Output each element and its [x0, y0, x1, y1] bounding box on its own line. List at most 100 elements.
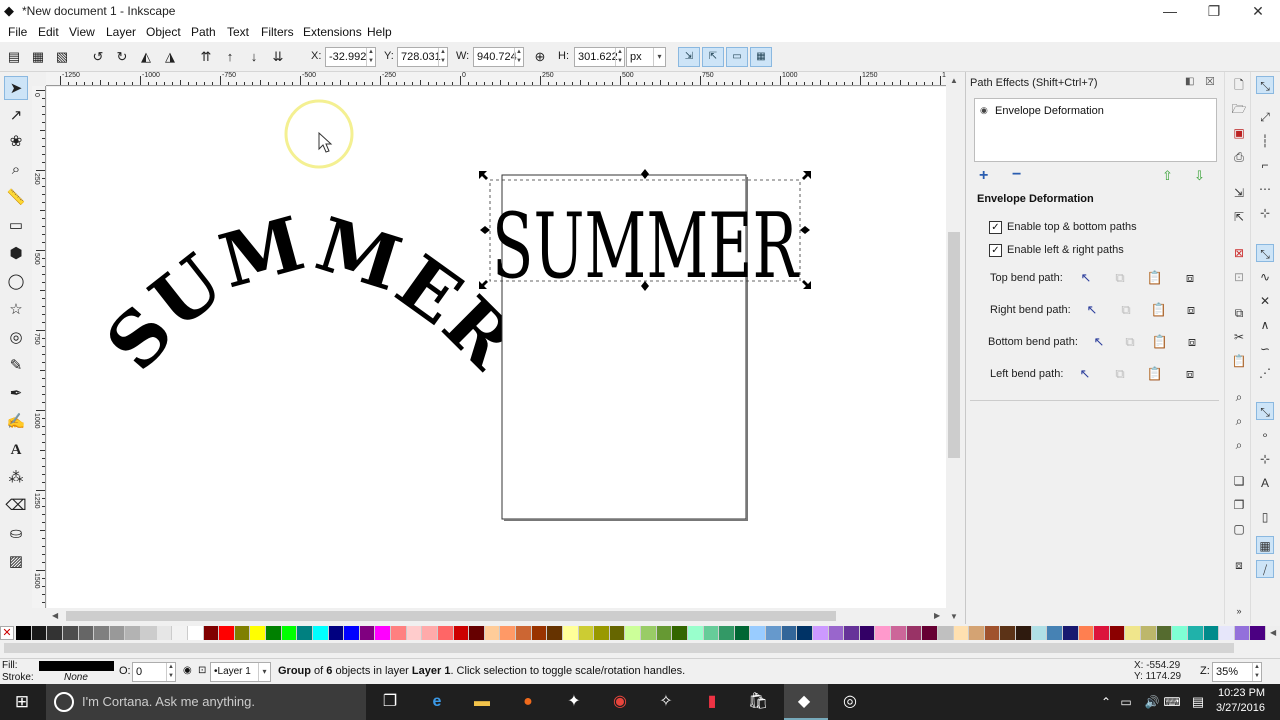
store-icon[interactable]: 🛍: [746, 691, 770, 713]
ellipse-tool-icon[interactable]: ◯: [4, 270, 28, 294]
color-swatch[interactable]: [1187, 626, 1204, 640]
color-swatch[interactable]: [922, 626, 938, 640]
palette-menu-icon[interactable]: ◀: [1270, 628, 1276, 637]
selector-tool-icon[interactable]: ➤: [4, 76, 28, 100]
zoom-selection-icon[interactable]: ⌕: [1230, 388, 1248, 406]
media-app-icon[interactable]: ▮: [700, 691, 724, 713]
color-swatch[interactable]: [937, 626, 954, 640]
color-swatch[interactable]: [859, 626, 876, 640]
color-swatch[interactable]: [953, 626, 970, 640]
unlink-clone-icon[interactable]: ▢: [1230, 520, 1248, 538]
h-field[interactable]: 301.622 ▲ ▼: [574, 47, 625, 67]
color-swatch[interactable]: [828, 626, 845, 640]
snap-intersection-icon[interactable]: ✕: [1256, 292, 1274, 310]
color-swatch[interactable]: [500, 626, 516, 640]
scroll-down-icon[interactable]: ▼: [948, 612, 960, 621]
color-swatch[interactable]: [62, 626, 79, 640]
task-view-icon[interactable]: ❐: [378, 691, 402, 713]
edit-path-icon[interactable]: ↖: [1090, 333, 1108, 351]
color-swatch[interactable]: [234, 626, 251, 640]
snap-others-icon[interactable]: ⤡: [1256, 402, 1274, 420]
scroll-right-icon[interactable]: ▶: [934, 611, 940, 620]
color-swatch[interactable]: [797, 626, 813, 640]
color-swatch[interactable]: [187, 626, 204, 640]
color-swatch[interactable]: [1203, 626, 1220, 640]
snap-rotation-center-icon[interactable]: ⊹: [1256, 450, 1274, 468]
color-swatch[interactable]: [78, 626, 95, 640]
measure-tool-icon[interactable]: 📏: [4, 186, 28, 210]
spray-tool-icon[interactable]: ⁂: [4, 466, 28, 490]
print-icon[interactable]: ⎙: [1230, 148, 1248, 166]
opacity-field[interactable]: 0 ▲ ▼: [132, 662, 176, 682]
text-tool-icon[interactable]: A: [4, 438, 28, 462]
paste-path-icon[interactable]: 📋: [1151, 333, 1169, 351]
zoom-spin-arrows[interactable]: ▲ ▼: [1252, 663, 1261, 681]
palette-scroll-thumb[interactable]: [4, 643, 1234, 653]
y-spin-arrows[interactable]: ▲ ▼: [438, 48, 447, 66]
color-swatch[interactable]: [766, 626, 782, 640]
snap-guide-icon[interactable]: ⧸: [1256, 560, 1274, 578]
clock-time[interactable]: 10:23 PM: [1218, 687, 1265, 699]
color-swatch[interactable]: [1156, 626, 1173, 640]
color-swatch[interactable]: [1125, 626, 1141, 640]
scroll-left-icon[interactable]: ◀: [52, 611, 58, 620]
snap-center-icon[interactable]: ∘: [1256, 426, 1274, 444]
color-swatch[interactable]: [578, 626, 595, 640]
redo-icon[interactable]: ⊡: [1230, 268, 1248, 286]
snap-bbox-edge-icon[interactable]: ┆: [1256, 132, 1274, 150]
pencil-tool-icon[interactable]: ✎: [4, 354, 28, 378]
palette-scrollbar[interactable]: [0, 640, 1280, 658]
move-down-icon[interactable]: ⇩: [1194, 168, 1205, 184]
copy-path-icon[interactable]: ⧉: [1117, 301, 1135, 319]
link-path-icon[interactable]: ⧈: [1183, 333, 1201, 351]
color-swatch[interactable]: [94, 626, 110, 640]
effects-list[interactable]: ◉ Envelope Deformation: [974, 98, 1217, 162]
node-tool-icon[interactable]: ↗: [4, 104, 28, 128]
color-swatch[interactable]: [156, 626, 173, 640]
snap-smooth-icon[interactable]: ∽: [1256, 340, 1274, 358]
color-swatch[interactable]: [891, 626, 907, 640]
new-document-icon[interactable]: 🗋: [1230, 76, 1248, 94]
color-swatch[interactable]: [672, 626, 688, 640]
horizontal-scrollbar[interactable]: ◀ ▶: [46, 608, 946, 624]
zoom-tool-icon[interactable]: ⌕: [4, 158, 28, 182]
menu-layer[interactable]: Layer: [106, 25, 136, 39]
notifications-icon[interactable]: ▤: [1186, 691, 1210, 713]
copy-icon[interactable]: ⧉: [1230, 304, 1248, 322]
toggle-lock-icon[interactable]: ⊡: [198, 665, 206, 676]
menu-object[interactable]: Object: [146, 25, 181, 39]
chrome-icon[interactable]: ◉: [608, 691, 632, 713]
star-tool-icon[interactable]: ☆: [4, 298, 28, 322]
handle-left[interactable]: [480, 226, 490, 234]
color-swatch[interactable]: [1094, 626, 1110, 640]
pen-tool-icon[interactable]: ✒: [4, 382, 28, 406]
restore-button[interactable]: ❐: [1192, 0, 1236, 22]
scale-stroke-toggle[interactable]: ⇲: [678, 47, 700, 67]
clone-icon[interactable]: ❐: [1230, 496, 1248, 514]
color-swatch[interactable]: [1172, 626, 1188, 640]
color-swatch[interactable]: [625, 626, 641, 640]
gradient-tool-icon[interactable]: ▨: [4, 550, 28, 574]
edit-path-icon[interactable]: ↖: [1076, 365, 1094, 383]
menu-extensions[interactable]: Extensions: [303, 25, 362, 39]
more-commands-icon[interactable]: »: [1230, 602, 1248, 620]
x-field[interactable]: -32.992 ▲ ▼: [325, 47, 376, 67]
tweak-tool-icon[interactable]: ❀: [4, 130, 28, 154]
close-button[interactable]: ✕: [1236, 0, 1280, 22]
select-all-icon[interactable]: ▤: [6, 49, 22, 65]
layer-select[interactable]: •Layer 1 ▾: [210, 662, 271, 682]
spiral-tool-icon[interactable]: ◎: [4, 326, 28, 350]
x-spin-arrows[interactable]: ▲ ▼: [366, 48, 375, 66]
color-swatch[interactable]: [875, 626, 891, 640]
copy-path-icon[interactable]: ⧉: [1121, 333, 1139, 351]
arched-summer-text[interactable]: SUMMER: [90, 200, 532, 386]
scale-corners-toggle[interactable]: ⇱: [702, 47, 724, 67]
snap-page-border-icon[interactable]: ▯: [1256, 508, 1274, 526]
color-swatch[interactable]: [437, 626, 454, 640]
toggle-visibility-icon[interactable]: ◉: [183, 665, 192, 676]
scroll-up-icon[interactable]: ▲: [948, 76, 960, 85]
undo-icon[interactable]: ⊠: [1230, 244, 1248, 262]
paint-bucket-tool-icon[interactable]: ⛀: [4, 522, 28, 546]
handle-right[interactable]: [800, 226, 810, 234]
rotate-ccw-icon[interactable]: ↺: [90, 49, 106, 65]
